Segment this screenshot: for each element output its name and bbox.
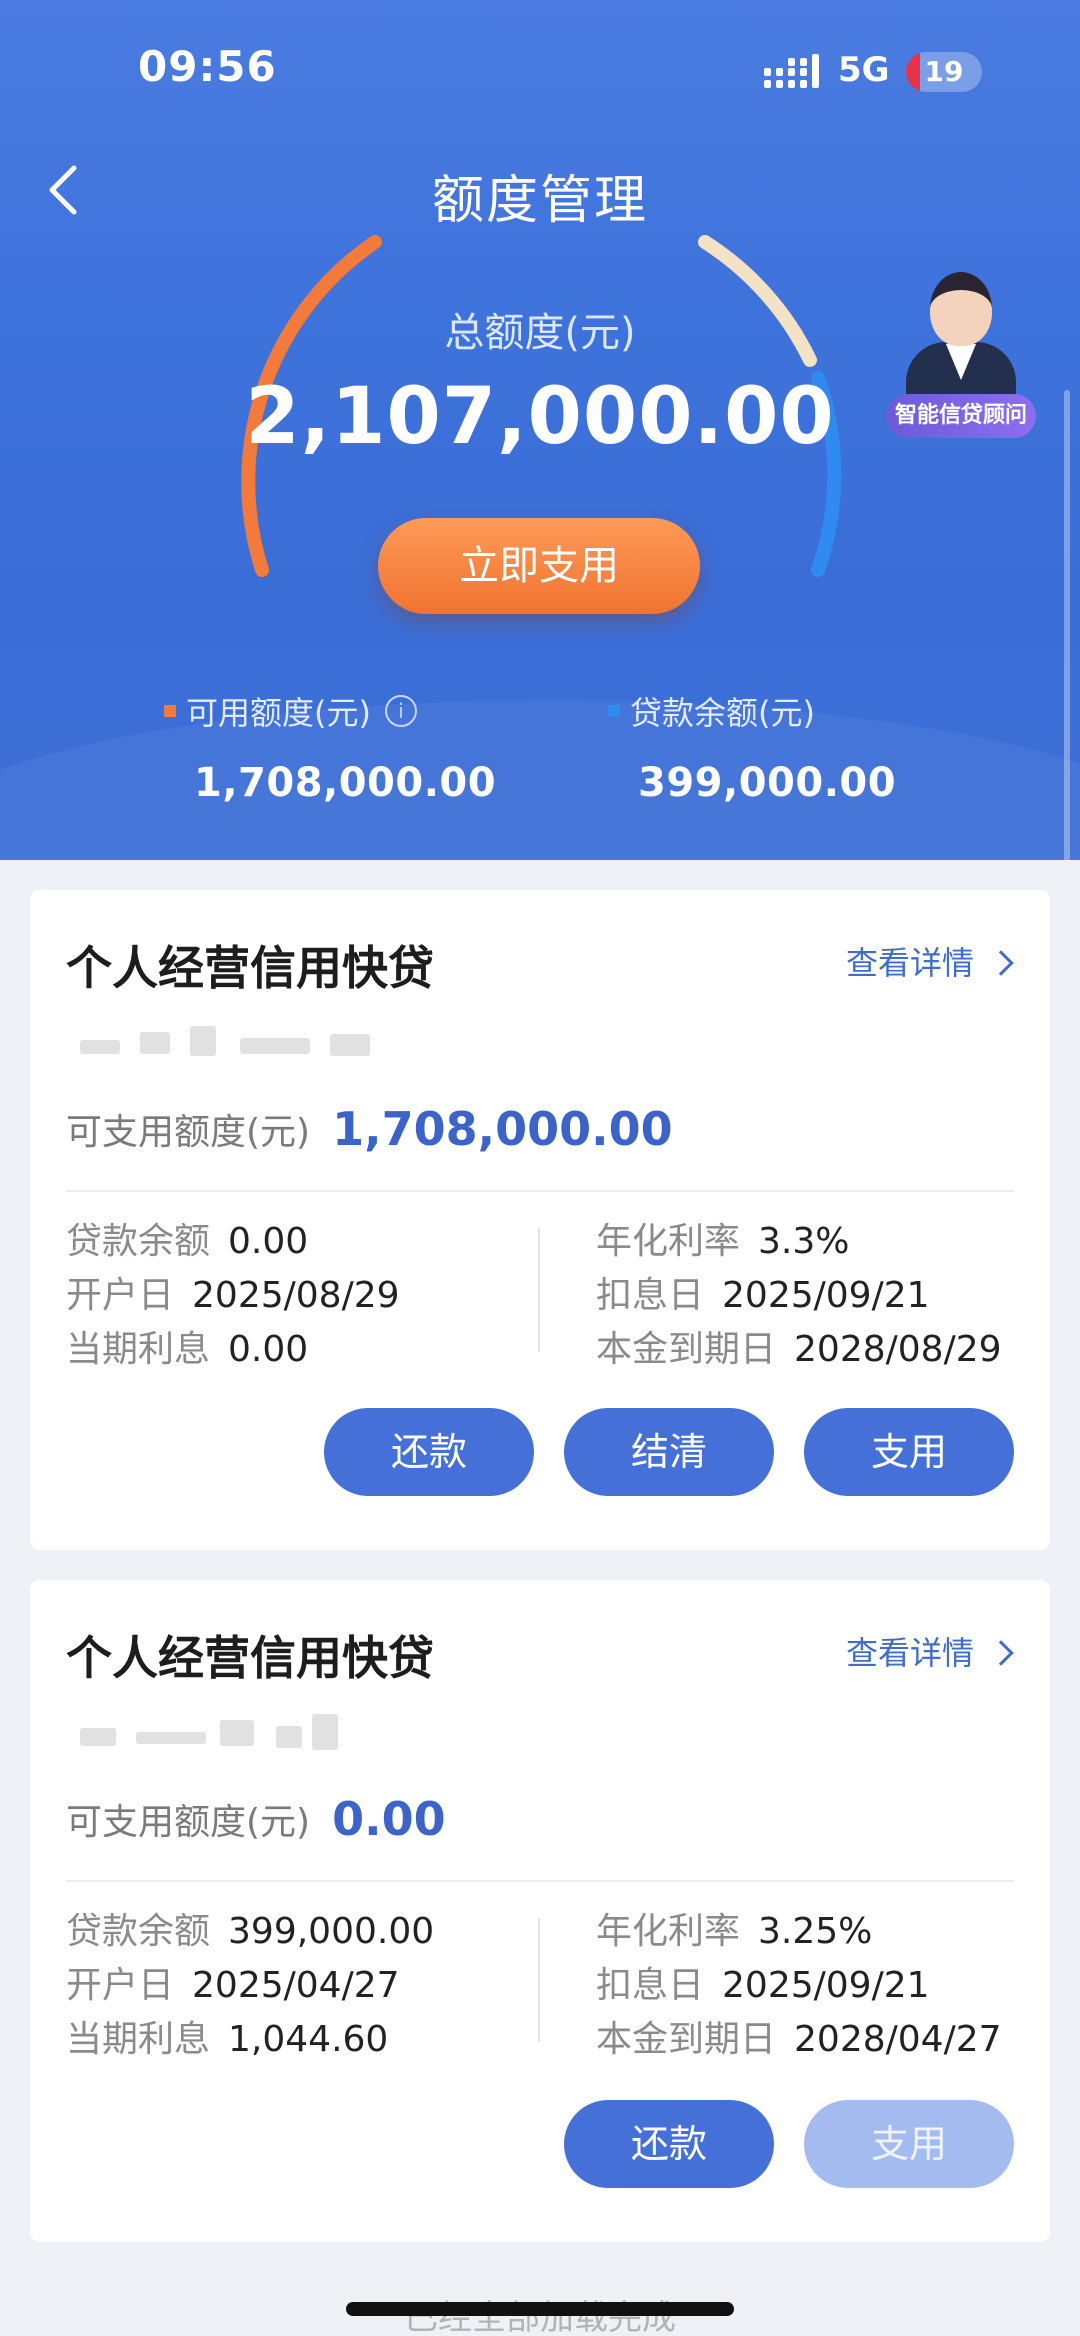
info-key: 本金到期日 bbox=[596, 1329, 777, 1370]
battery-level: 19 bbox=[924, 55, 964, 88]
info-value: 0.00 bbox=[228, 1329, 309, 1370]
info-key: 贷款余额 bbox=[66, 1221, 211, 1262]
chevron-right-icon bbox=[988, 950, 1014, 976]
available-amount-value: 0.00 bbox=[332, 1792, 446, 1846]
view-details-label: 查看详情 bbox=[845, 1634, 974, 1672]
loan-balance-label: 贷款余额(元) bbox=[630, 694, 815, 732]
battery-icon: 19 bbox=[906, 52, 982, 92]
card-title: 个人经营信用快贷 bbox=[66, 1631, 434, 1685]
divider bbox=[66, 1190, 1014, 1192]
info-value: 2025/04/27 bbox=[192, 1965, 400, 2006]
network-label: 5G bbox=[838, 50, 890, 90]
available-amount-row: 可支用额度(元) 0.00 bbox=[66, 1792, 446, 1846]
info-value: 2028/04/27 bbox=[794, 2019, 1002, 2060]
view-details-label: 查看详情 bbox=[845, 944, 974, 982]
info-value: 2025/08/29 bbox=[192, 1275, 400, 1316]
info-key: 开户日 bbox=[66, 1275, 175, 1316]
status-time: 09:56 bbox=[138, 42, 277, 91]
available-credit-label: 可用额度(元) bbox=[186, 694, 371, 732]
info-key: 扣息日 bbox=[596, 1965, 705, 2006]
masked-account-number bbox=[80, 1024, 390, 1064]
available-amount-label: 可支用额度(元) bbox=[66, 1112, 311, 1153]
status-bar: 09:56 5G 19 bbox=[0, 0, 1080, 150]
info-key: 扣息日 bbox=[596, 1275, 705, 1316]
available-amount-row: 可支用额度(元) 1,708,000.00 bbox=[66, 1102, 673, 1156]
scrollbar[interactable] bbox=[1064, 390, 1070, 860]
hero-wave-decoration bbox=[0, 700, 1080, 860]
draw-button[interactable]: 支用 bbox=[804, 1408, 1014, 1496]
loan-card: 个人经营信用快贷 查看详情 可支用额度(元) 1,708,000.00 贷款余额 0… bbox=[30, 890, 1050, 1550]
page: 09:56 5G 19 额度管理 总额度(元) 2,107,000.00 立即支… bbox=[0, 0, 1080, 2336]
masked-account-number bbox=[80, 1714, 390, 1754]
available-credit-summary: 可用额度(元) i 1,708,000.00 bbox=[164, 688, 496, 806]
info-current-interest: 当期利息 1,044.60 bbox=[66, 2010, 388, 2062]
info-loan-balance: 贷款余额 0.00 bbox=[66, 1212, 308, 1264]
available-amount-label: 可支用额度(元) bbox=[66, 1802, 311, 1843]
info-value: 1,044.60 bbox=[228, 2019, 389, 2060]
info-value: 399,000.00 bbox=[228, 1911, 435, 1952]
info-key: 年化利率 bbox=[596, 1221, 741, 1262]
column-divider bbox=[538, 1228, 540, 1352]
loan-balance-summary: 贷款余额(元) 399,000.00 bbox=[608, 688, 896, 806]
view-details-link[interactable]: 查看详情 bbox=[845, 1628, 1014, 1674]
info-icon[interactable]: i bbox=[384, 695, 417, 727]
info-maturity-date: 本金到期日 2028/04/27 bbox=[596, 2010, 1002, 2062]
loan-card: 个人经营信用快贷 查看详情 可支用额度(元) 0.00 贷款余额 399,000.0… bbox=[30, 1580, 1050, 2242]
info-open-date: 开户日 2025/04/27 bbox=[66, 1956, 400, 2008]
info-key: 开户日 bbox=[66, 1965, 175, 2006]
use-now-button[interactable]: 立即支用 bbox=[378, 518, 700, 614]
column-divider bbox=[538, 1918, 540, 2042]
card-title: 个人经营信用快贷 bbox=[66, 941, 434, 995]
divider bbox=[66, 1880, 1014, 1882]
settle-button[interactable]: 结清 bbox=[564, 1408, 774, 1496]
info-key: 当期利息 bbox=[66, 1329, 211, 1370]
info-annual-rate: 年化利率 3.25% bbox=[596, 1902, 872, 1954]
advisor-badge: 智能信贷顾问 bbox=[886, 394, 1036, 438]
info-value: 2025/09/21 bbox=[722, 1965, 930, 2006]
info-interest-date: 扣息日 2025/09/21 bbox=[596, 1266, 930, 1318]
info-loan-balance: 贷款余额 399,000.00 bbox=[66, 1902, 434, 1954]
info-value: 0.00 bbox=[228, 1221, 309, 1262]
smart-advisor[interactable]: 智能信贷顾问 bbox=[886, 262, 1036, 442]
info-key: 当期利息 bbox=[66, 2019, 211, 2060]
repay-button[interactable]: 还款 bbox=[564, 2100, 774, 2188]
draw-button[interactable]: 支用 bbox=[804, 2100, 1014, 2188]
available-credit-value: 1,708,000.00 bbox=[194, 760, 497, 806]
available-legend-marker bbox=[164, 705, 176, 717]
home-indicator[interactable] bbox=[346, 2302, 734, 2316]
hero-panel: 09:56 5G 19 额度管理 总额度(元) 2,107,000.00 立即支… bbox=[0, 0, 1080, 860]
loan-balance-value: 399,000.00 bbox=[638, 760, 897, 806]
view-details-link[interactable]: 查看详情 bbox=[845, 938, 1014, 984]
info-interest-date: 扣息日 2025/09/21 bbox=[596, 1956, 930, 2008]
info-annual-rate: 年化利率 3.3% bbox=[596, 1212, 849, 1264]
signal-icon bbox=[764, 54, 819, 88]
loan-legend-marker bbox=[608, 705, 620, 717]
info-open-date: 开户日 2025/08/29 bbox=[66, 1266, 400, 1318]
advisor-avatar-icon bbox=[930, 272, 992, 346]
info-current-interest: 当期利息 0.00 bbox=[66, 1320, 308, 1372]
info-value: 3.25% bbox=[758, 1911, 873, 1952]
info-value: 3.3% bbox=[758, 1221, 850, 1262]
info-value: 2028/08/29 bbox=[794, 1329, 1002, 1370]
chevron-right-icon bbox=[988, 1640, 1014, 1666]
info-key: 年化利率 bbox=[596, 1911, 741, 1952]
info-value: 2025/09/21 bbox=[722, 1275, 930, 1316]
repay-button[interactable]: 还款 bbox=[324, 1408, 534, 1496]
info-key: 本金到期日 bbox=[596, 2019, 777, 2060]
info-maturity-date: 本金到期日 2028/08/29 bbox=[596, 1320, 1002, 1372]
available-amount-value: 1,708,000.00 bbox=[332, 1102, 673, 1156]
info-key: 贷款余额 bbox=[66, 1911, 211, 1952]
